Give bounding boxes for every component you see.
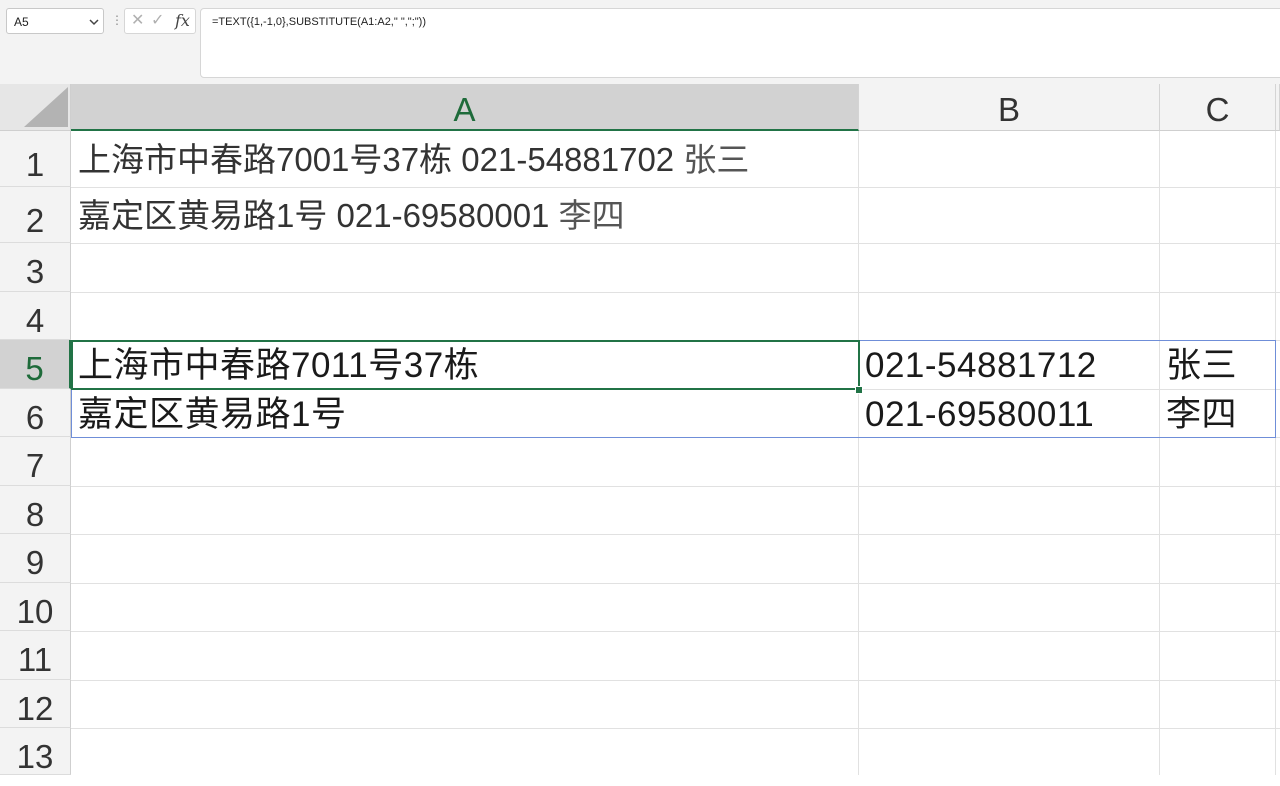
name-box-value[interactable]: A5 bbox=[14, 15, 29, 29]
select-all-button[interactable] bbox=[0, 84, 71, 131]
gridline bbox=[71, 680, 1280, 681]
row-header-4[interactable]: 4 bbox=[0, 292, 71, 340]
row-header-11[interactable]: 11 bbox=[0, 631, 71, 680]
name-box[interactable]: A5 bbox=[6, 8, 104, 34]
column-header-d[interactable] bbox=[1276, 84, 1280, 131]
cell-a2[interactable]: 嘉定区黄易路1号 021-69580001 李四 bbox=[78, 192, 625, 240]
gridline bbox=[71, 292, 1280, 293]
gridline bbox=[71, 583, 1280, 584]
active-cell-outline bbox=[71, 340, 860, 390]
formula-buttons: ✕ ✓ fx bbox=[124, 8, 196, 34]
cell-c6[interactable]: 李四 bbox=[1166, 391, 1237, 439]
check-icon[interactable]: ✓ bbox=[151, 12, 164, 30]
row-header-10[interactable]: 10 bbox=[0, 583, 71, 631]
fill-handle[interactable] bbox=[855, 386, 863, 394]
row-header-6[interactable]: 6 bbox=[0, 389, 71, 437]
formula-toolbar: A5 ⋮ ✕ ✓ fx =TEXT({1,-1,0},SUBSTITUTE(A1… bbox=[0, 0, 1280, 84]
chevron-down-icon[interactable] bbox=[89, 17, 99, 27]
cell-a2-name: 李四 bbox=[558, 197, 625, 234]
gridline bbox=[1275, 131, 1276, 775]
row-header-3[interactable]: 3 bbox=[0, 243, 71, 292]
gridline bbox=[71, 486, 1280, 487]
column-header-b[interactable]: B bbox=[859, 84, 1160, 131]
row-header-5[interactable]: 5 bbox=[0, 340, 71, 389]
row-header-13[interactable]: 13 bbox=[0, 728, 71, 775]
column-header-c[interactable]: C bbox=[1160, 84, 1276, 131]
gridline bbox=[71, 728, 1280, 729]
gridline bbox=[71, 534, 1280, 535]
row-header-12[interactable]: 12 bbox=[0, 680, 71, 728]
gridline bbox=[71, 187, 1280, 188]
row-header-7[interactable]: 7 bbox=[0, 437, 71, 486]
cell-a6[interactable]: 嘉定区黄易路1号 bbox=[78, 391, 346, 439]
row-header-9[interactable]: 9 bbox=[0, 534, 71, 583]
gridline bbox=[71, 243, 1280, 244]
formula-bar[interactable]: =TEXT({1,-1,0},SUBSTITUTE(A1:A2," ",";")… bbox=[200, 8, 1280, 78]
cell-a2-address: 嘉定区黄易路1号 021-69580001 bbox=[78, 197, 559, 234]
row-header-8[interactable]: 8 bbox=[0, 486, 71, 534]
cell-b5[interactable]: 021-54881712 bbox=[865, 342, 1097, 390]
row-header-2[interactable]: 2 bbox=[0, 187, 71, 243]
cell-a1-name: 张三 bbox=[683, 141, 750, 178]
gridline bbox=[71, 631, 1280, 632]
column-header-a[interactable]: A bbox=[71, 84, 859, 131]
cell-c5[interactable]: 张三 bbox=[1166, 342, 1237, 390]
more-options-icon[interactable]: ⋮ bbox=[111, 12, 123, 28]
cell-a1[interactable]: 上海市中春路7001号37栋 021-54881702 张三 bbox=[78, 136, 749, 184]
close-icon[interactable]: ✕ bbox=[131, 12, 144, 30]
row-header-1[interactable]: 1 bbox=[0, 131, 71, 187]
gridline bbox=[1159, 131, 1160, 775]
formula-text[interactable]: =TEXT({1,-1,0},SUBSTITUTE(A1:A2," ",";")… bbox=[212, 16, 426, 28]
fx-icon[interactable]: fx bbox=[175, 12, 190, 30]
cell-a1-address: 上海市中春路7001号37栋 021-54881702 bbox=[78, 141, 684, 178]
gridline bbox=[858, 131, 859, 775]
select-all-triangle-icon bbox=[24, 87, 68, 127]
cell-b6[interactable]: 021-69580011 bbox=[865, 391, 1094, 439]
worksheet-grid: A B C 1 2 3 4 5 6 7 8 9 10 11 12 13 上海市中… bbox=[0, 84, 1280, 775]
